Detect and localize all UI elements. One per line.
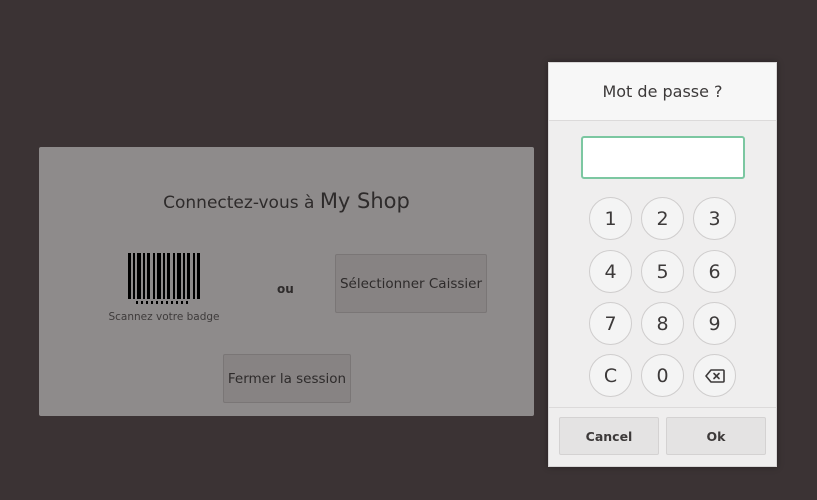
key-0[interactable]: 0	[641, 354, 684, 397]
key-3[interactable]: 3	[693, 197, 736, 240]
key-2[interactable]: 2	[641, 197, 684, 240]
backspace-key[interactable]	[693, 354, 736, 397]
close-session-button[interactable]: Fermer la session	[223, 354, 351, 403]
badge-scan-area: Scannez votre badge	[108, 253, 220, 323]
key-6[interactable]: 6	[693, 250, 736, 293]
login-title-prefix: Connectez-vous à	[163, 193, 315, 213]
key-clear[interactable]: C	[589, 354, 632, 397]
password-modal: Mot de passe ? 1 2 3 4 5 6 7 8 9 C 0 Can…	[548, 62, 777, 467]
key-1[interactable]: 1	[589, 197, 632, 240]
login-title: Connectez-vous à My Shop	[39, 189, 534, 213]
shop-name: My Shop	[319, 189, 410, 213]
cancel-button[interactable]: Cancel	[559, 417, 659, 455]
key-7[interactable]: 7	[589, 302, 632, 345]
key-5[interactable]: 5	[641, 250, 684, 293]
key-9[interactable]: 9	[693, 302, 736, 345]
key-8[interactable]: 8	[641, 302, 684, 345]
ok-button[interactable]: Ok	[666, 417, 766, 455]
login-card: Connectez-vous à My Shop Scannez votre b…	[39, 147, 534, 416]
modal-title: Mot de passe ?	[549, 63, 776, 121]
or-label: ou	[277, 282, 294, 296]
key-4[interactable]: 4	[589, 250, 632, 293]
select-cashier-button[interactable]: Sélectionner Caissier	[335, 254, 487, 313]
backspace-icon	[704, 368, 725, 383]
numeric-keypad: 1 2 3 4 5 6 7 8 9 C 0	[589, 197, 739, 397]
password-input[interactable]	[581, 136, 745, 179]
badge-label: Scannez votre badge	[108, 311, 220, 323]
barcode-icon	[128, 253, 200, 304]
modal-footer: Cancel Ok	[549, 407, 776, 466]
